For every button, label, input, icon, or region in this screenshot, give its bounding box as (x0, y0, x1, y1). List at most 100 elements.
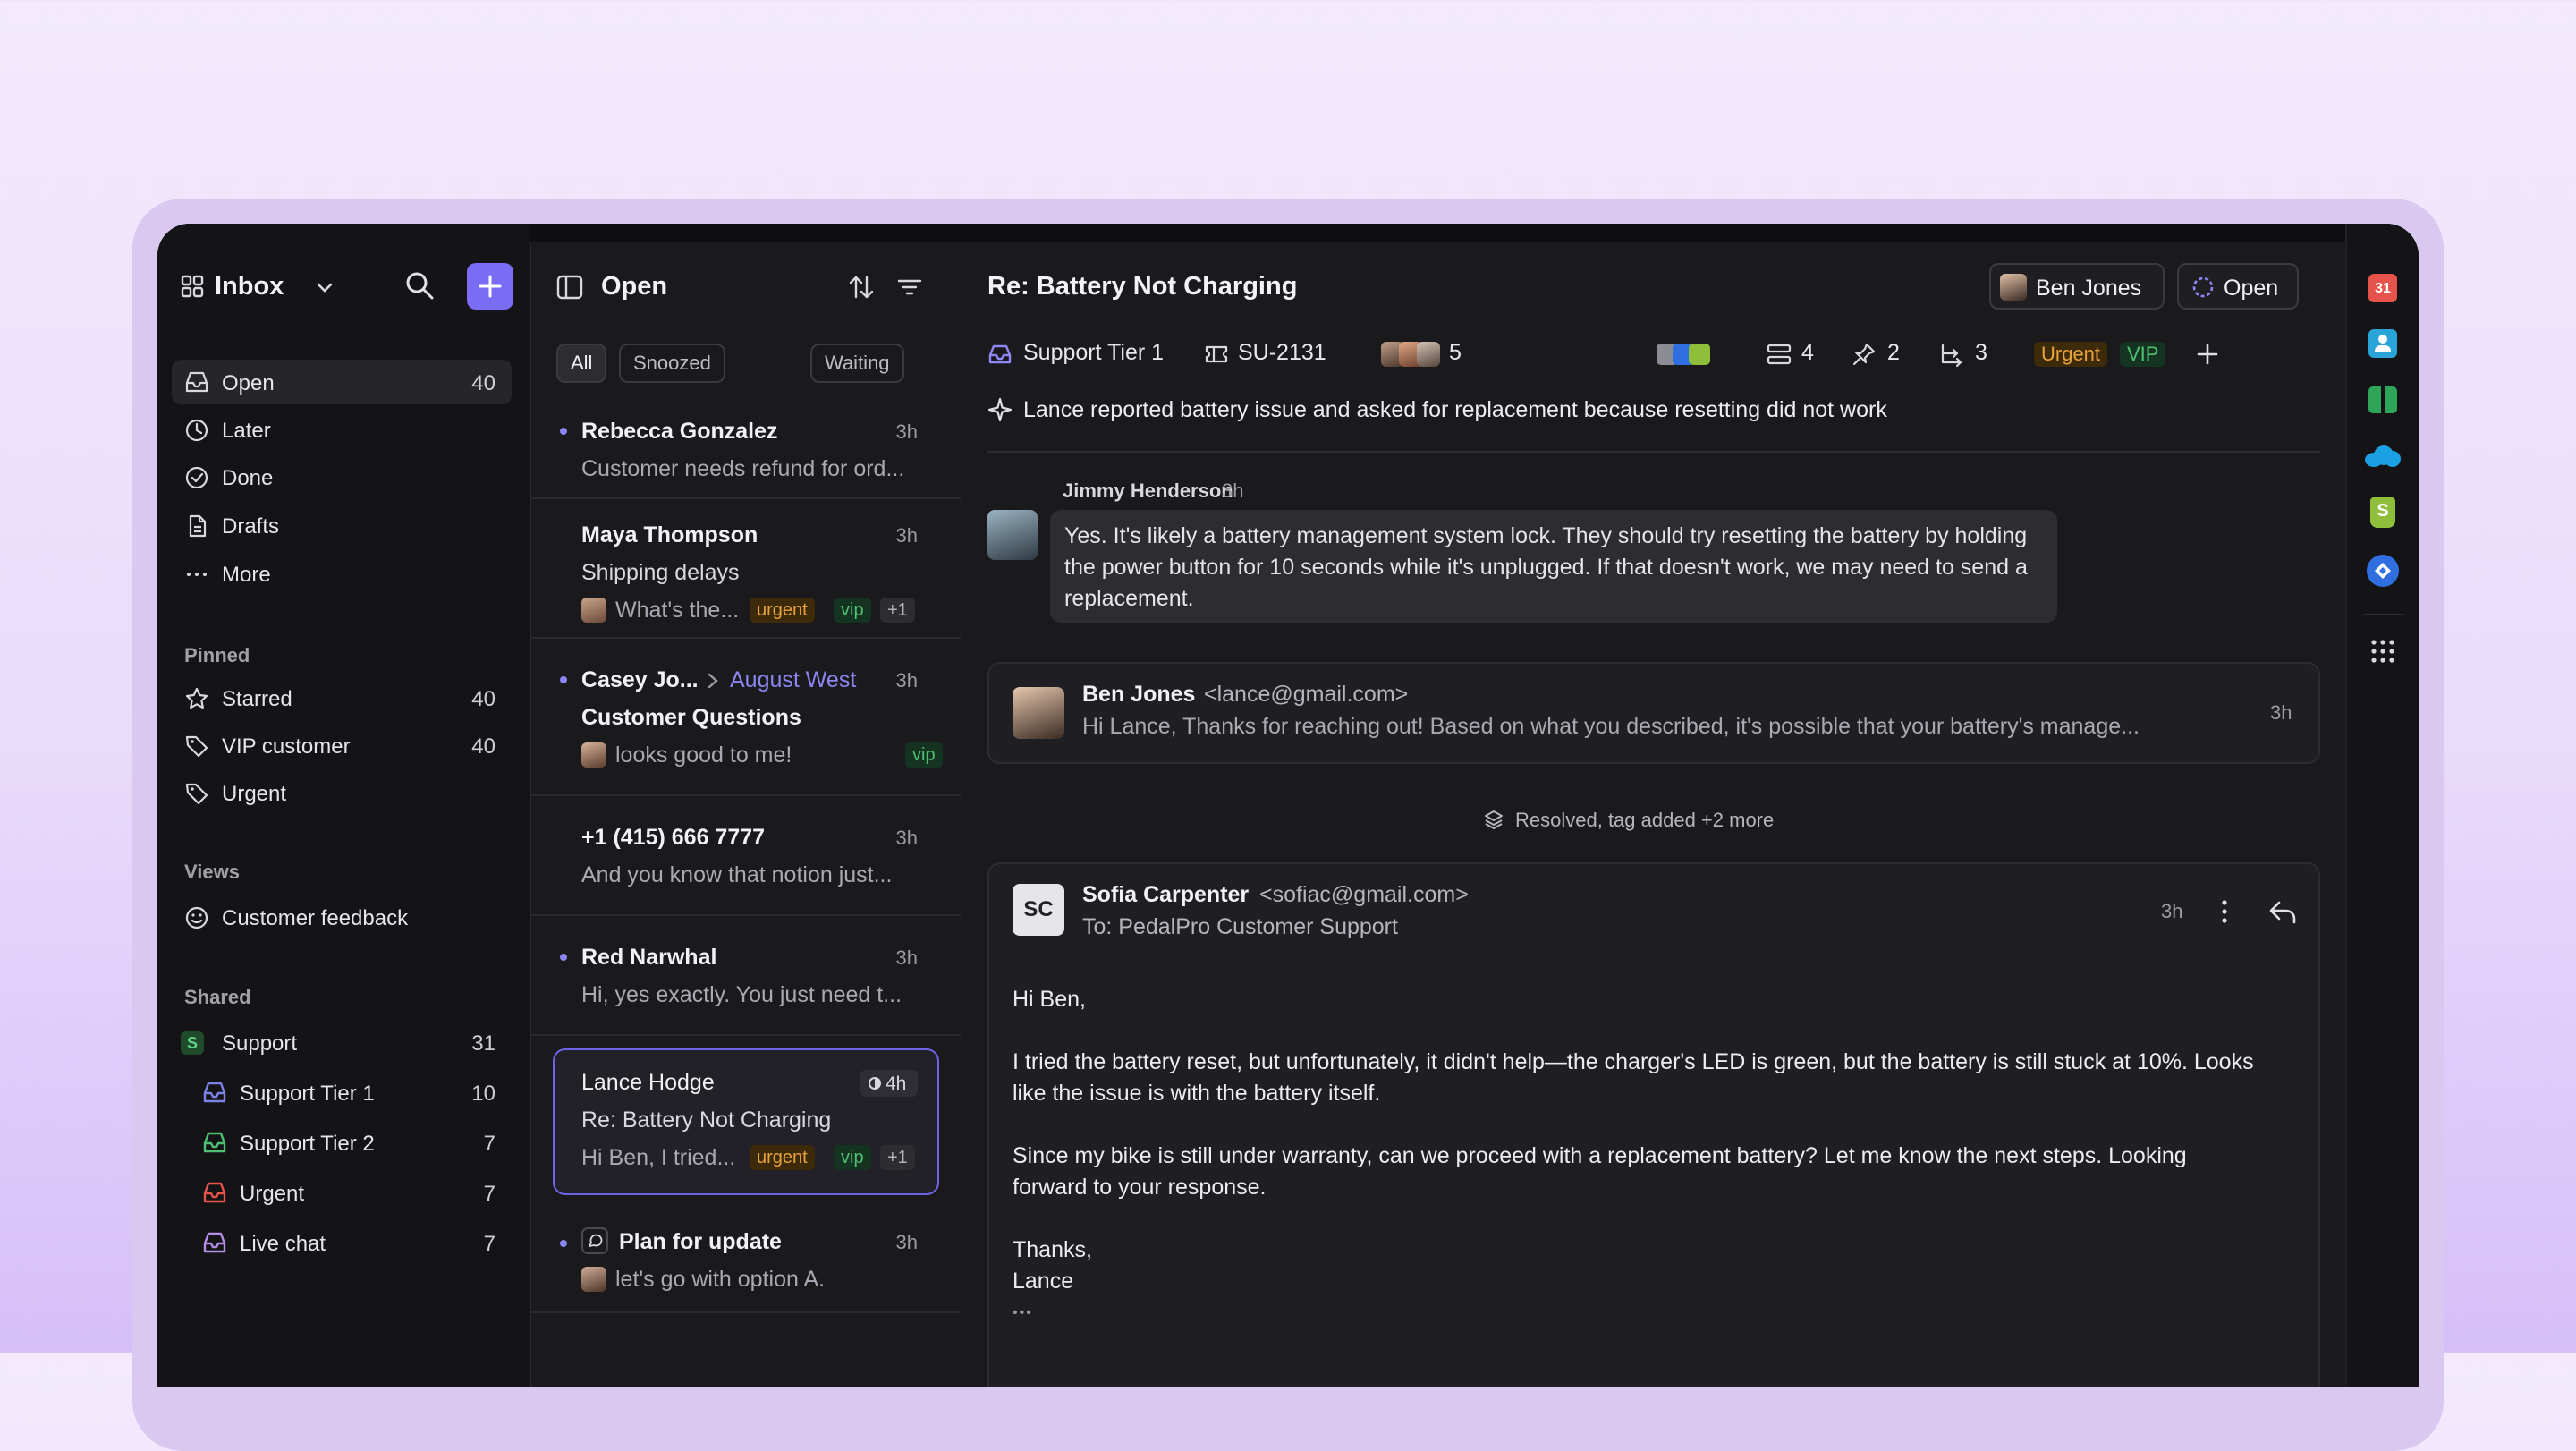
shopify-app-icon[interactable]: S (2370, 497, 2395, 528)
tag-urgent: urgent (750, 1145, 815, 1170)
assignee-button[interactable]: Ben Jones (1989, 263, 2165, 310)
inbox-switcher[interactable]: Inbox (181, 268, 342, 304)
nav-item-count: 7 (483, 1232, 496, 1256)
snooze-time-badge: 4h (860, 1070, 918, 1097)
chevron-down-icon (317, 283, 333, 293)
meta-links-count[interactable]: 3 (1975, 340, 1987, 366)
plus-icon[interactable] (2197, 344, 2218, 365)
sort-icon[interactable] (848, 274, 875, 301)
conversation-subject: Customer Questions (581, 705, 801, 730)
list-item[interactable]: Maya Thompson 3h Shipping delays What's … (531, 499, 962, 639)
pinned-heading: Pinned (184, 644, 250, 666)
conversation-name: Rebecca Gonzalez (581, 419, 778, 444)
nav-item-drafts[interactable]: Drafts (172, 503, 512, 547)
conversation-preview: let's go with option A. (615, 1267, 826, 1292)
tag-vip[interactable]: VIP (2120, 342, 2166, 367)
meta-ticket[interactable]: SU-2131 (1238, 340, 1326, 366)
filter-chip-snoozed[interactable]: Snoozed (619, 344, 725, 383)
filter-icon[interactable] (896, 274, 923, 301)
nav-item-count: 7 (483, 1182, 496, 1206)
list-item[interactable]: Casey Jo... August West 3h Customer Ques… (531, 639, 962, 796)
search-icon[interactable] (404, 270, 435, 301)
compose-button[interactable] (467, 263, 513, 310)
nav-item-count: 40 (471, 371, 496, 395)
email-time: 3h (2161, 900, 2183, 922)
activity-event[interactable]: Resolved, tag added +2 more (1515, 809, 1774, 832)
conversation-preview: Hi Ben, I tried... (581, 1145, 736, 1170)
note-text: Yes. It's likely a battery management sy… (1064, 523, 2028, 611)
calendar-app-icon[interactable]: 31 (2368, 274, 2397, 302)
jira-app-icon[interactable] (2367, 555, 2399, 587)
reply-card[interactable]: Ben Jones <lance@gmail.com> Hi Lance, Th… (987, 662, 2320, 764)
status-button[interactable]: Open (2177, 263, 2299, 310)
nav-item-support[interactable]: S Support 31 (172, 1020, 512, 1065)
nav-item-urgent-shared[interactable]: Urgent 7 (172, 1170, 512, 1215)
nav-item-done[interactable]: Done (172, 454, 512, 499)
meta-inbox[interactable]: Support Tier 1 (1023, 340, 1164, 366)
list-item-selected[interactable]: Lance Hodge 4h Re: Battery Not Charging … (553, 1048, 939, 1195)
avatar (581, 742, 606, 768)
sheets-app-icon[interactable] (2368, 386, 2397, 413)
nav-item-count: 10 (471, 1082, 496, 1106)
views-heading: Views (184, 861, 240, 883)
nav-item-count: 7 (483, 1132, 496, 1156)
conversation-preview: looks good to me! (615, 742, 792, 768)
list-item[interactable]: Plan for update 3h let's go with option … (531, 1204, 962, 1313)
tag-vip: vip (905, 742, 943, 768)
email-to: To: PedalPro Customer Support (1082, 914, 1398, 939)
clock-icon (185, 419, 208, 442)
filter-chip-all[interactable]: All (556, 344, 607, 383)
nav-item-label: Urgent (222, 782, 287, 806)
tag-urgent[interactable]: Urgent (2034, 342, 2108, 367)
list-item[interactable]: Red Narwhal 3h Hi, yes exactly. You just… (531, 916, 962, 1036)
inbox-icon (203, 1182, 226, 1203)
tag-urgent: urgent (750, 598, 815, 623)
show-quoted-button[interactable]: ••• (1013, 1297, 2301, 1328)
status-label: Open (2224, 276, 2279, 301)
meta-lists-count[interactable]: 4 (1801, 340, 1814, 366)
conversation-preview: Hi, yes exactly. You just need t... (581, 982, 902, 1007)
conversation-title: Re: Battery Not Charging (987, 272, 1298, 301)
contacts-app-icon[interactable] (2368, 329, 2397, 358)
nav-item-support-tier-1[interactable]: Support Tier 1 10 (172, 1070, 512, 1115)
nav-item-more[interactable]: More (172, 551, 512, 596)
more-vertical-icon[interactable] (2220, 898, 2229, 925)
nav-item-open[interactable]: Open 40 (172, 360, 512, 404)
divider (2363, 614, 2404, 615)
nav-item-starred[interactable]: Starred 40 (172, 675, 512, 720)
inbox-icon (203, 1232, 226, 1253)
nav-item-later[interactable]: Later (172, 407, 512, 452)
nav-item-count: 40 (471, 687, 496, 711)
nav-item-label: Drafts (222, 514, 280, 539)
conversation-name: Lance Hodge (581, 1070, 715, 1095)
reply-author: Ben Jones (1082, 682, 1196, 707)
nav-item-vip-customer[interactable]: VIP customer 40 (172, 723, 512, 768)
list-item[interactable]: +1 (415) 666 7777 3h And you know that n… (531, 796, 962, 916)
layers-icon (1485, 810, 1503, 829)
inbox-icon (185, 371, 208, 393)
sidebar-toggle-icon[interactable] (556, 274, 583, 301)
nav-item-label: Support Tier 2 (240, 1132, 375, 1156)
nav-item-label: Live chat (240, 1232, 326, 1256)
smiley-icon (185, 906, 208, 929)
list-item[interactable]: Rebecca Gonzalez 3h Customer needs refun… (531, 395, 962, 499)
plus-icon (479, 275, 502, 298)
salesforce-app-icon[interactable] (2365, 445, 2401, 469)
meta-participants-count[interactable]: 5 (1449, 340, 1462, 366)
nav-item-live-chat[interactable]: Live chat 7 (172, 1220, 512, 1265)
email-address: <sofiac@gmail.com> (1259, 882, 1469, 907)
meta-pins-count[interactable]: 2 (1887, 340, 1900, 366)
conversation-name: +1 (415) 666 7777 (581, 825, 766, 850)
nav-item-urgent[interactable]: Urgent (172, 770, 512, 815)
reply-icon[interactable] (2268, 900, 2297, 925)
filter-chip-waiting[interactable]: Waiting (810, 344, 904, 383)
avatar (2000, 274, 2027, 301)
nav-item-customer-feedback[interactable]: Customer feedback (172, 895, 512, 939)
nav-item-support-tier-2[interactable]: Support Tier 2 7 (172, 1120, 512, 1165)
app-grid-icon[interactable] (2370, 639, 2395, 664)
conversation-preview: Customer needs refund for ord... (581, 456, 905, 481)
participant-avatar (1417, 342, 1440, 367)
note-time: 3h (1222, 479, 1244, 502)
conversation-assignee: August West (730, 667, 857, 692)
inbox-icon (203, 1082, 226, 1103)
